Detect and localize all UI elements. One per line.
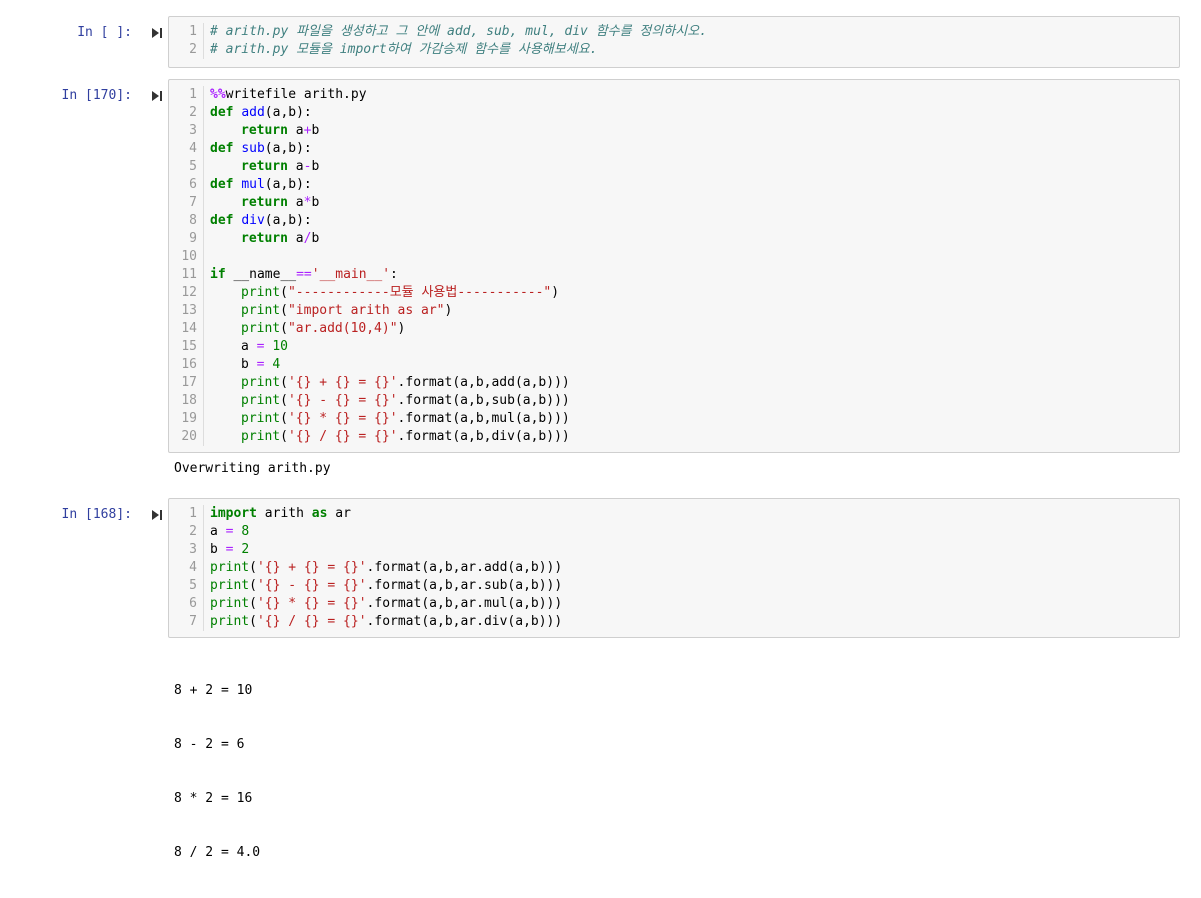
run-cell-icon[interactable] <box>150 26 164 40</box>
code-line: 20 print('{} / {} = {}'.format(a,b,div(a,… <box>169 428 1179 446</box>
code-line: 9 return a/b <box>169 230 1179 248</box>
output-line: 8 * 2 = 16 <box>174 791 253 806</box>
cell-prompt: In [168]: <box>61 507 132 522</box>
code-line: 11 if __name__=='__main__': <box>169 266 1179 284</box>
code-input[interactable]: 1 %%writefile arith.py 2 def add(a,b): 3 re… <box>168 79 1180 453</box>
code-line: 3 return a+b <box>169 122 1179 140</box>
code-line: 6 def mul(a,b): <box>169 176 1179 194</box>
code-line: 4 def sub(a,b): <box>169 140 1179 158</box>
cell-output: 8 + 2 = 10 8 - 2 = 6 8 * 2 = 16 8 / 2 = … <box>174 646 260 898</box>
code-line: 4 print('{} + {} = {}'.format(a,b,ar.add(… <box>169 559 1179 577</box>
code-line: 7 print('{} / {} = {}'.format(a,b,ar.div(… <box>169 613 1179 631</box>
code-line: 17 print('{} + {} = {}'.format(a,b,add(a,… <box>169 374 1179 392</box>
code-line: 19 print('{} * {} = {}'.format(a,b,mul(a,… <box>169 410 1179 428</box>
code-line: 5 return a-b <box>169 158 1179 176</box>
output-line: 8 - 2 = 6 <box>174 737 245 752</box>
code-line: 10 <box>169 248 1179 266</box>
code-line: 15 a = 10 <box>169 338 1179 356</box>
cell-output: Overwriting arith.py <box>174 461 331 476</box>
run-cell-icon[interactable] <box>150 508 164 522</box>
code-line: 18 print('{} - {} = {}'.format(a,b,sub(a,… <box>169 392 1179 410</box>
code-line: 13 print("import arith as ar") <box>169 302 1179 320</box>
cell-prompt: In [170]: <box>61 88 132 103</box>
run-cell-icon[interactable] <box>150 89 164 103</box>
output-line: 8 / 2 = 4.0 <box>174 845 261 860</box>
code-line: 1 %%writefile arith.py <box>169 86 1179 104</box>
code-line: 14 print("ar.add(10,4)") <box>169 320 1179 338</box>
code-line: 5 print('{} - {} = {}'.format(a,b,ar.sub(… <box>169 577 1179 595</box>
code-line: 12 print("------------모듈 사용법-----------") <box>169 284 1179 302</box>
code-line: 1 import arith as ar <box>169 505 1179 523</box>
code-line: 2a = 8 <box>169 523 1179 541</box>
code-line: 8 def div(a,b): <box>169 212 1179 230</box>
code-line: 1 # arith.py 파일을 생성하고 그 안에 add, sub, mul,… <box>169 23 1179 41</box>
output-line: 8 + 2 = 10 <box>174 683 253 698</box>
code-input[interactable]: 1 import arith as ar 2a = 8 3b = 2 4 print… <box>168 498 1180 638</box>
code-line: 2 # arith.py 모듈을 import하여 가감승제 함수를 사용해보세요… <box>169 41 1179 59</box>
code-line: 7 return a*b <box>169 194 1179 212</box>
code-line: 2 def add(a,b): <box>169 104 1179 122</box>
code-line: 3b = 2 <box>169 541 1179 559</box>
cell-prompt: In [ ]: <box>77 25 132 40</box>
code-input[interactable]: 1 # arith.py 파일을 생성하고 그 안에 add, sub, mul,… <box>168 16 1180 68</box>
code-line: 16 b = 4 <box>169 356 1179 374</box>
code-line: 6 print('{} * {} = {}'.format(a,b,ar.mul(… <box>169 595 1179 613</box>
